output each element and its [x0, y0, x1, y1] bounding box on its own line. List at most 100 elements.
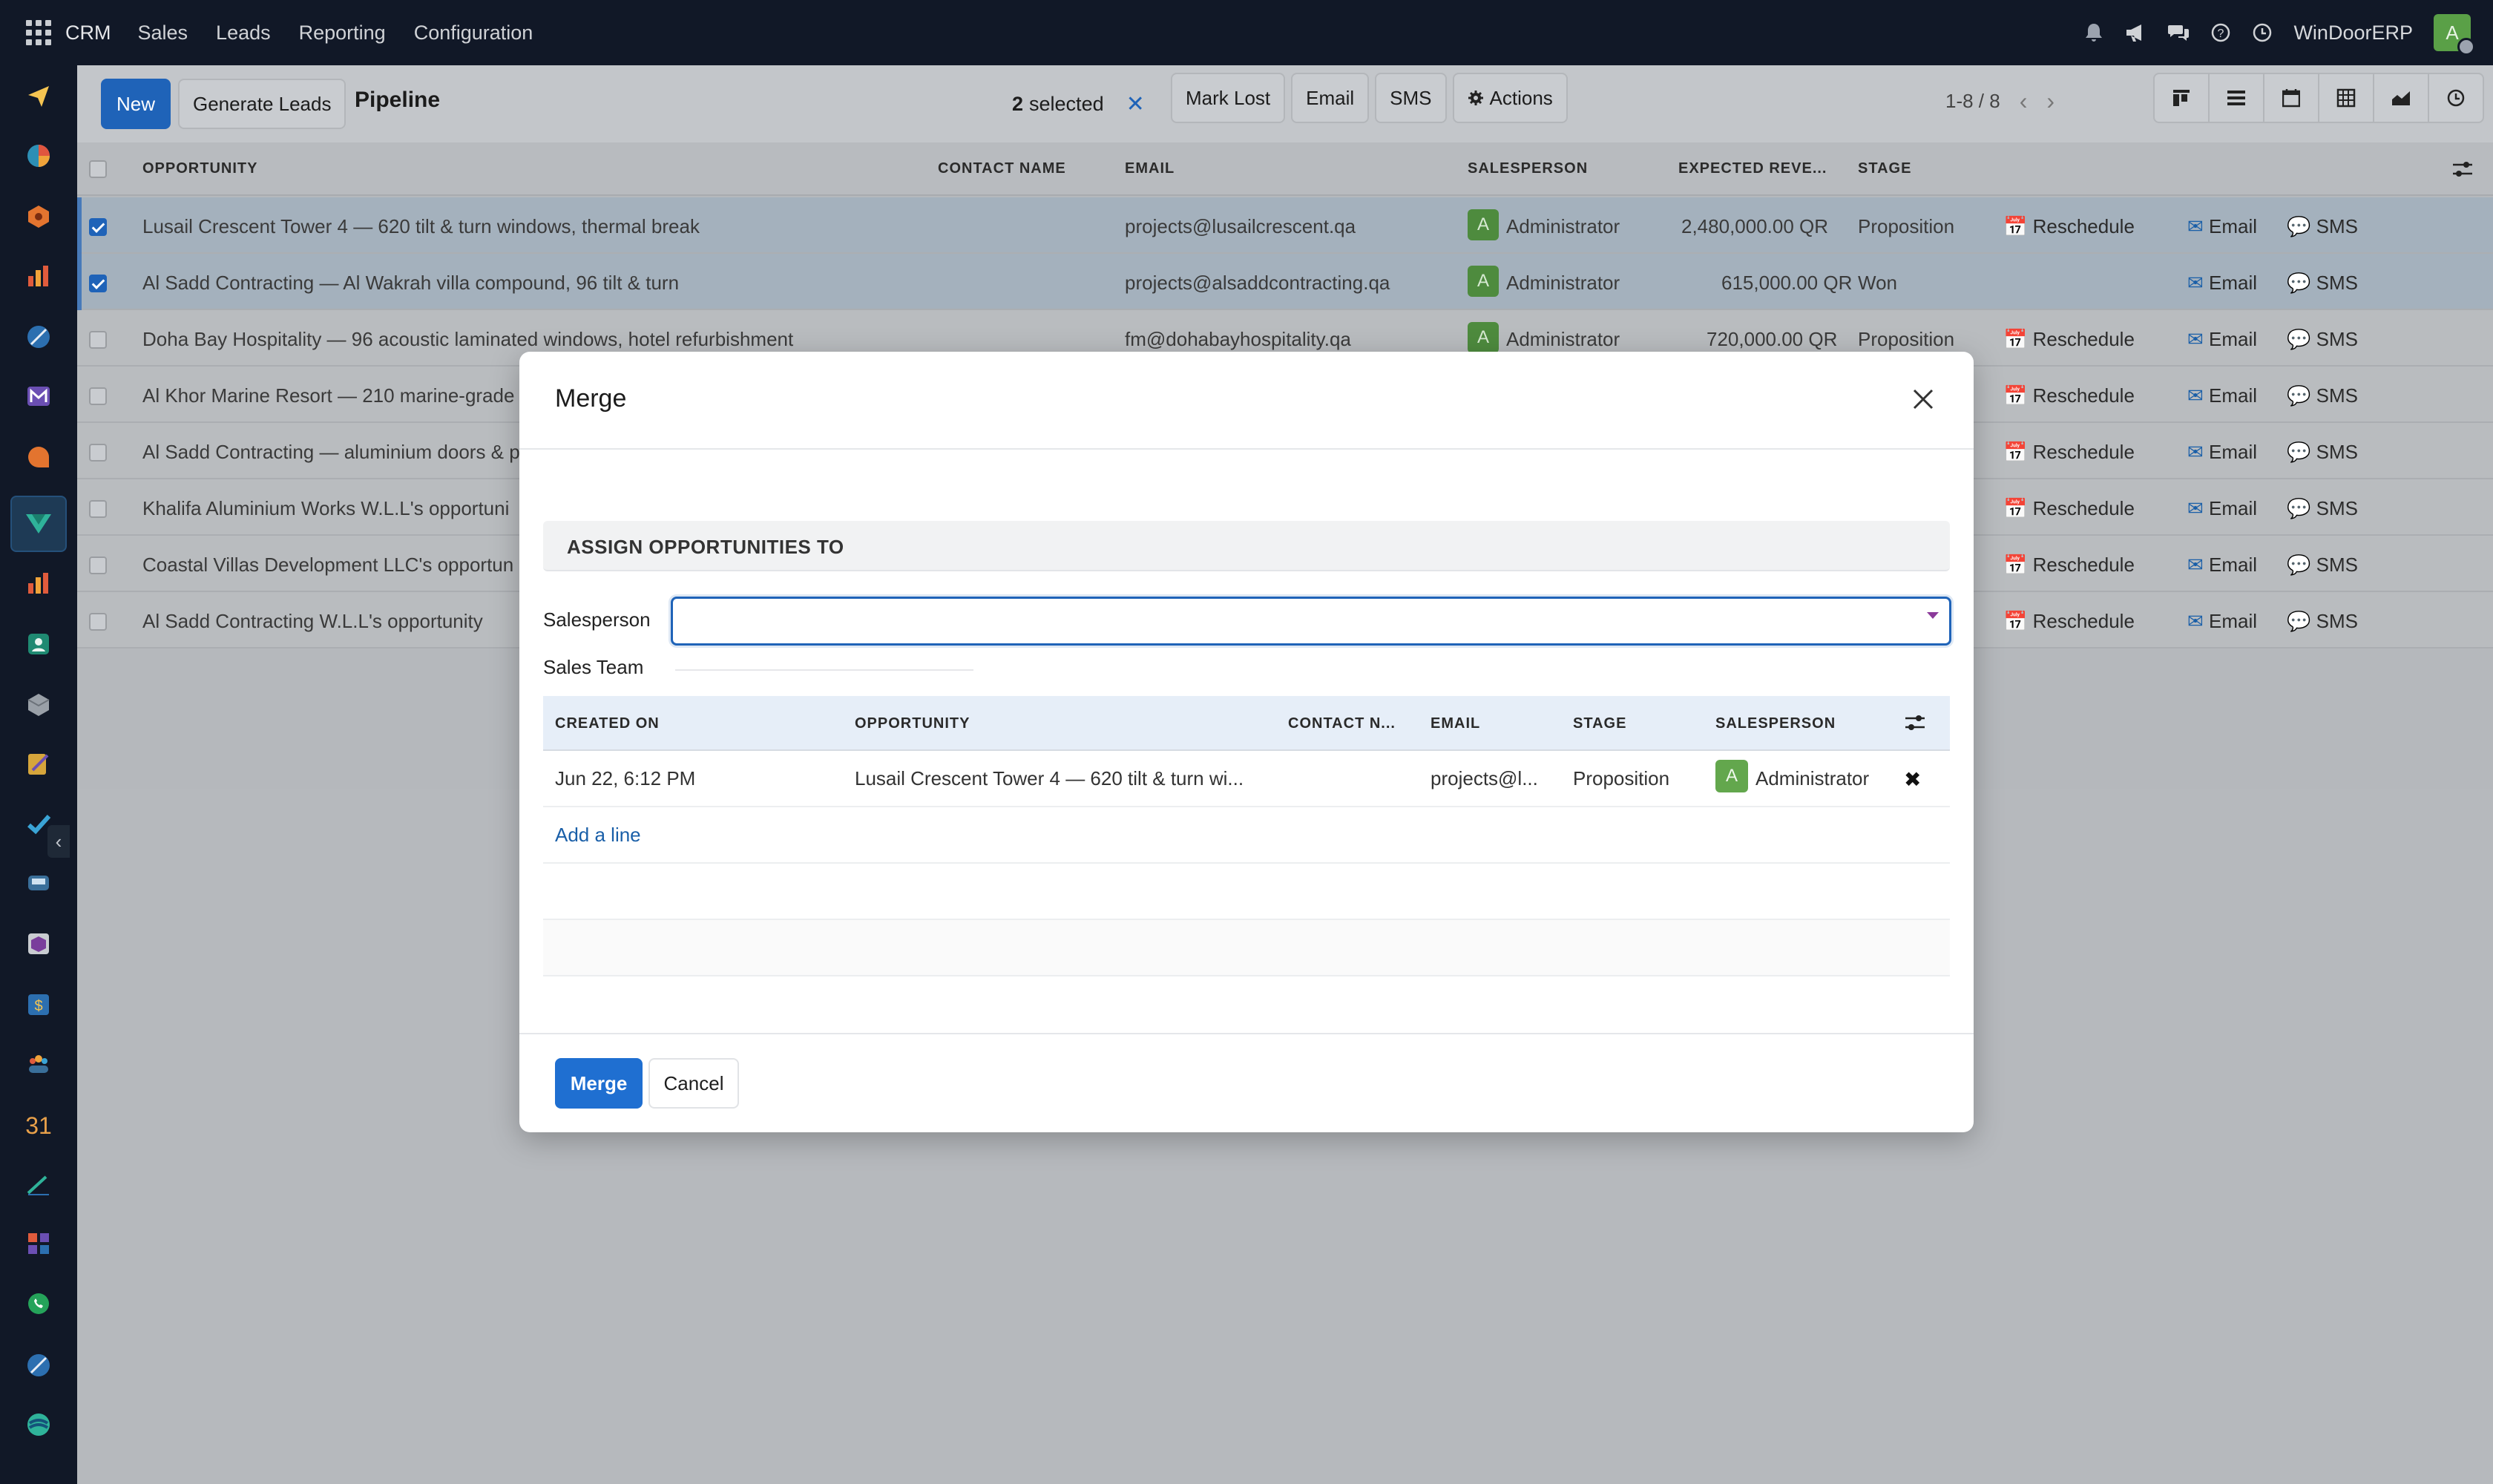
reschedule-action[interactable]: 📅 Reschedule — [2003, 497, 2135, 520]
email-action[interactable]: ✉ Email — [2187, 610, 2257, 633]
apps-blocks-icon[interactable] — [22, 1227, 55, 1260]
contacts-app-icon[interactable] — [22, 628, 55, 660]
mark-lost-button[interactable]: Mark Lost — [1171, 73, 1286, 123]
menu-sales[interactable]: Sales — [138, 22, 188, 45]
sms-action[interactable]: 💬 SMS — [2287, 497, 2358, 520]
discuss-app-icon[interactable] — [22, 80, 55, 113]
email-action[interactable]: ✉ Email — [2187, 554, 2257, 577]
row-checkbox[interactable] — [89, 613, 107, 631]
sales-team-field[interactable] — [675, 653, 973, 671]
col-email[interactable]: EMAIL — [1431, 715, 1480, 732]
email-action[interactable]: ✉ Email — [2187, 384, 2257, 407]
generate-leads-button[interactable]: Generate Leads — [178, 79, 346, 129]
kanban-view-icon[interactable] — [2153, 73, 2210, 123]
pivot-view-icon[interactable] — [2318, 73, 2374, 123]
delete-row-icon[interactable]: ✖ — [1904, 767, 1921, 792]
sms-button[interactable]: SMS — [1375, 73, 1447, 123]
sign-app-icon[interactable] — [22, 748, 55, 781]
select-all-checkbox[interactable] — [89, 160, 107, 178]
email-action[interactable]: ✉ Email — [2187, 328, 2257, 351]
fleet-app-icon[interactable] — [22, 867, 55, 899]
row-checkbox[interactable] — [89, 275, 107, 292]
pager-next-icon[interactable]: › — [2046, 88, 2054, 115]
clock-icon[interactable] — [2252, 22, 2273, 43]
sms-action[interactable]: 💬 SMS — [2287, 554, 2358, 577]
col-expected-revenue[interactable]: EXPECTED REVE... — [1678, 160, 1827, 177]
row-checkbox[interactable] — [89, 218, 107, 236]
reschedule-action[interactable]: 📅 Reschedule — [2003, 441, 2135, 464]
reschedule-action[interactable]: 📅 Reschedule — [2003, 215, 2135, 238]
row-checkbox[interactable] — [89, 500, 107, 518]
col-salesperson[interactable]: SALESPERSON — [1715, 715, 1836, 732]
sms-action[interactable]: 💬 SMS — [2287, 384, 2358, 407]
sms-action[interactable]: 💬 SMS — [2287, 272, 2358, 295]
bell-icon[interactable] — [2084, 22, 2103, 43]
table-row[interactable]: Jun 22, 6:12 PM Lusail Crescent Tower 4 … — [543, 751, 1950, 807]
activity-view-icon[interactable] — [2428, 73, 2484, 123]
merge-button[interactable]: Merge — [555, 1058, 643, 1109]
list-row[interactable]: Lusail Crescent Tower 4 — 620 tilt & tur… — [77, 197, 2493, 254]
menu-leads[interactable]: Leads — [216, 22, 271, 45]
optional-columns-icon[interactable] — [2451, 159, 2474, 180]
col-stage[interactable]: STAGE — [1573, 715, 1626, 732]
row-checkbox[interactable] — [89, 387, 107, 405]
product-app-icon[interactable] — [22, 689, 55, 721]
reschedule-action[interactable]: 📅 Reschedule — [2003, 610, 2135, 633]
sms-action[interactable]: 💬 SMS — [2287, 441, 2358, 464]
list-row[interactable]: Al Sadd Contracting — Al Wakrah villa co… — [77, 254, 2493, 310]
menu-configuration[interactable]: Configuration — [414, 22, 533, 45]
email-action[interactable]: ✉ Email — [2187, 215, 2257, 238]
email-action[interactable]: ✉ Email — [2187, 497, 2257, 520]
reporting-app-icon[interactable] — [22, 260, 55, 292]
dropdown-caret-icon[interactable] — [1927, 612, 1939, 619]
col-email[interactable]: EMAIL — [1125, 160, 1175, 177]
app-brand[interactable]: CRM — [65, 22, 111, 45]
unselect-close-icon[interactable]: ✕ — [1126, 91, 1145, 117]
col-created-on[interactable]: CREATED ON — [555, 715, 660, 732]
sms-action[interactable]: 💬 SMS — [2287, 215, 2358, 238]
help-icon[interactable]: ? — [2210, 22, 2231, 43]
sales-app-icon[interactable] — [22, 567, 55, 600]
reschedule-action[interactable]: 📅 Reschedule — [2003, 384, 2135, 407]
sms-action[interactable]: 💬 SMS — [2287, 328, 2358, 351]
crm-app-icon[interactable] — [10, 496, 67, 552]
salesperson-select[interactable] — [671, 597, 1951, 646]
inventory-app-icon[interactable] — [22, 200, 55, 233]
optional-columns-icon[interactable] — [1904, 712, 1926, 733]
cancel-button[interactable]: Cancel — [648, 1058, 739, 1109]
col-salesperson[interactable]: SALESPERSON — [1468, 160, 1588, 177]
add-line-link[interactable]: Add a line — [555, 824, 641, 847]
website-app-icon[interactable] — [22, 1349, 55, 1382]
apps-grid-icon[interactable] — [24, 18, 53, 47]
employees-app-icon[interactable] — [22, 1048, 55, 1080]
sign-pen-app-icon[interactable] — [22, 1168, 55, 1201]
reschedule-action[interactable]: 📅 Reschedule — [2003, 328, 2135, 351]
sms-action[interactable]: 💬 SMS — [2287, 610, 2358, 633]
sidebar-collapse-toggle[interactable]: ‹ — [47, 825, 70, 858]
calendar-view-icon[interactable] — [2263, 73, 2319, 123]
col-stage[interactable]: STAGE — [1858, 160, 1911, 177]
col-contact-name[interactable]: CONTACT N... — [1288, 715, 1396, 732]
close-icon[interactable] — [1907, 383, 1939, 416]
company-name[interactable]: WinDoorERP — [2293, 22, 2413, 45]
pager-value[interactable]: 1-8 / 8 — [1945, 90, 2000, 113]
reschedule-action[interactable]: 📅 Reschedule — [2003, 554, 2135, 577]
livechat-app-icon[interactable] — [22, 441, 55, 473]
row-checkbox[interactable] — [89, 444, 107, 462]
email-action[interactable]: ✉ Email — [2187, 272, 2257, 295]
mail-app-icon[interactable] — [22, 380, 55, 413]
row-checkbox[interactable] — [89, 331, 107, 349]
col-opportunity[interactable]: OPPORTUNITY — [855, 715, 970, 732]
packaging-app-icon[interactable] — [22, 928, 55, 960]
pager-prev-icon[interactable]: ‹ — [2020, 88, 2028, 115]
col-contact-name[interactable]: CONTACT NAME — [938, 160, 1066, 177]
accounting-app-icon[interactable]: $ — [22, 988, 55, 1021]
new-button[interactable]: New — [101, 79, 171, 129]
menu-reporting[interactable]: Reporting — [299, 22, 386, 45]
email-action[interactable]: ✉ Email — [2187, 441, 2257, 464]
actions-button[interactable]: Actions — [1452, 73, 1568, 123]
dashboard-app-icon[interactable] — [22, 139, 55, 172]
megaphone-icon[interactable] — [2124, 22, 2147, 43]
row-checkbox[interactable] — [89, 556, 107, 574]
chat-icon[interactable] — [2167, 22, 2190, 43]
